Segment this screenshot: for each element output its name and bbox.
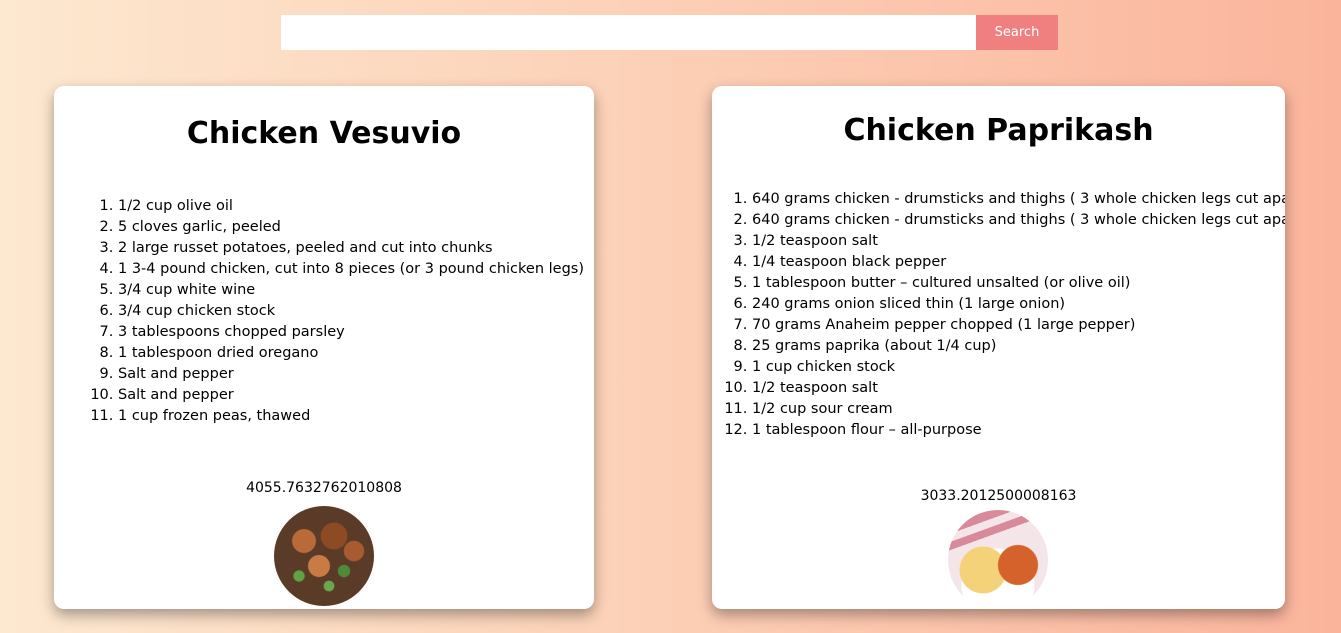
ingredient-item: 1/2 cup sour cream	[752, 399, 1285, 420]
ingredient-item: 1/2 teaspoon salt	[752, 378, 1285, 399]
ingredient-item: 1 3-4 pound chicken, cut into 8 pieces (…	[118, 259, 584, 280]
ingredient-item: 2 large russet potatoes, peeled and cut …	[118, 238, 584, 259]
calories-value: 3033.2012500008163	[920, 488, 1077, 504]
recipe-card: Chicken Paprikash 640 grams chicken - dr…	[712, 86, 1285, 609]
search-bar: Search	[281, 15, 1058, 50]
ingredient-item: 1/2 cup olive oil	[118, 196, 584, 217]
ingredient-item: 5 cloves garlic, peeled	[118, 217, 584, 238]
ingredient-item: 25 grams paprika (about 1/4 cup)	[752, 336, 1285, 357]
ingredient-item: 1/2 teaspoon salt	[752, 231, 1285, 252]
ingredient-item: 1 cup chicken stock	[752, 357, 1285, 378]
ingredient-item: 3/4 cup chicken stock	[118, 301, 584, 322]
ingredient-item: 1/4 teaspoon black pepper	[752, 252, 1285, 273]
ingredient-item: 1 tablespoon dried oregano	[118, 343, 584, 364]
calories-value: 4055.7632762010808	[246, 480, 402, 496]
recipe-title: Chicken Paprikash	[843, 113, 1154, 148]
search-button[interactable]: Search	[976, 15, 1058, 50]
ingredient-item: 3/4 cup white wine	[118, 280, 584, 301]
ingredient-item: 640 grams chicken - drumsticks and thigh…	[752, 189, 1285, 210]
chicken-paprikash-photo	[948, 510, 1048, 609]
chicken-vesuvio-photo	[274, 506, 374, 606]
recipe-card: Chicken Vesuvio 1/2 cup olive oil 5 clov…	[54, 86, 594, 609]
ingredient-item: 640 grams chicken - drumsticks and thigh…	[752, 210, 1285, 231]
recipe-title: Chicken Vesuvio	[186, 116, 462, 151]
ingredient-item: Salt and pepper	[118, 385, 584, 406]
ingredient-item: 70 grams Anaheim pepper chopped (1 large…	[752, 315, 1285, 336]
ingredient-item: Salt and pepper	[118, 364, 584, 385]
ingredient-list: 1/2 cup olive oil 5 cloves garlic, peele…	[118, 196, 584, 427]
ingredient-item: 1 tablespoon flour – all-purpose	[752, 420, 1285, 441]
ingredient-item: 1 tablespoon butter – cultured unsalted …	[752, 273, 1285, 294]
search-input[interactable]	[281, 15, 976, 50]
ingredient-list: 640 grams chicken - drumsticks and thigh…	[752, 189, 1285, 441]
ingredient-item: 1 cup frozen peas, thawed	[118, 406, 584, 427]
ingredient-item: 3 tablespoons chopped parsley	[118, 322, 584, 343]
ingredient-item: 240 grams onion sliced thin (1 large oni…	[752, 294, 1285, 315]
